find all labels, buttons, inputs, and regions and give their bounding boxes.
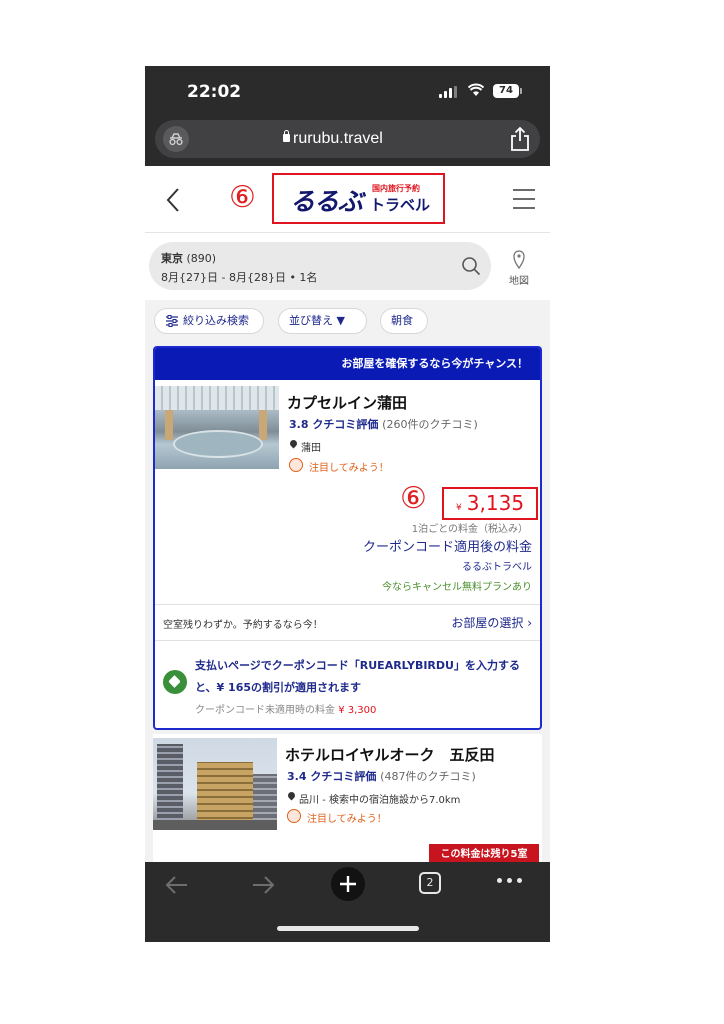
map-pin-icon [513, 250, 525, 270]
promo-banner: お部屋を確保するなら今がチャンス！ [155, 348, 540, 380]
notice-text: 注目してみよう！ [307, 814, 387, 825]
without-coupon-label: クーポンコード未適用時の料金 [195, 705, 335, 716]
results-list: お部屋を確保するなら今がチャンス！ カプセルイン蒲田 3.8 クチコミ評価 (2… [145, 342, 550, 874]
address-bar[interactable]: rurubu.travel [155, 120, 540, 158]
notice-text: 注目してみよう！ [309, 463, 389, 474]
free-cancel-note: 今ならキャンセル無料プランあり [382, 582, 532, 593]
home-indicator[interactable] [277, 926, 419, 931]
rating-score: 3.4 クチコミ評価 [287, 770, 377, 783]
search-icon[interactable] [461, 256, 481, 276]
battery-icon: 74 [493, 84, 522, 98]
url-text[interactable]: rurubu.travel [293, 130, 383, 148]
logo-main-text: るるぶ [290, 187, 363, 216]
hotel-location: 品川 - 検索中の宿泊施設から7.0km [287, 791, 460, 806]
wifi-icon [468, 83, 484, 96]
price-note: 1泊ごとの料金（税込み） [411, 524, 528, 535]
plus-icon [340, 876, 356, 892]
arrow-left-icon[interactable] [163, 870, 191, 900]
notice-icon [289, 458, 303, 472]
price-value: 3,135 [466, 491, 525, 515]
breakfast-filter-button[interactable]: 朝食 [380, 308, 428, 334]
privacy-report-button[interactable] [163, 126, 189, 152]
coupon-message: 支払いページでクーポンコード「RUEARLYBIRDU」を入力すると、¥ 165… [195, 659, 520, 694]
signal-icon [439, 86, 459, 98]
rating-score: 3.8 クチコミ評価 [289, 418, 379, 431]
privacy-icon [169, 133, 183, 146]
back-chevron-icon[interactable] [163, 186, 183, 214]
select-room-link[interactable]: お部屋の選択 › [451, 614, 532, 631]
destination-count: (890) [186, 252, 217, 265]
divider [155, 604, 540, 605]
notice-icon [287, 809, 301, 823]
price-without-coupon: クーポンコード未適用時の料金 ¥ 3,300 [195, 701, 376, 716]
browser-toolbar: 2 [145, 862, 550, 942]
site-logo[interactable]: るるぶ 国内旅行予約 トラベル [272, 173, 445, 224]
status-bar: 22:02 74 [145, 66, 550, 118]
browser-address-row: rurubu.travel [145, 118, 550, 166]
annotation-marker: ⑥ [229, 180, 256, 215]
hotel-rating: 3.8 クチコミ評価 (260件のクチコミ) [289, 416, 478, 432]
search-summary: 東京 (890) 8月{27}日 - 8月{28}日 • 1名 地図 [145, 234, 550, 300]
notice-label: 注目してみよう！ [287, 809, 387, 825]
price-display: ¥ 3,135 [442, 487, 538, 520]
breakfast-label: 朝食 [391, 314, 413, 327]
hotel-name[interactable]: ホテルロイヤルオーク 五反田 [285, 744, 495, 765]
search-bar[interactable]: 東京 (890) 8月{27}日 - 8月{28}日 • 1名 [149, 242, 491, 290]
refine-search-label: 絞り込み検索 [183, 314, 249, 327]
logo-sub-small: 国内旅行予約 [372, 184, 420, 193]
coupon-tag-icon [163, 670, 187, 694]
share-icon[interactable] [509, 126, 531, 152]
notice-label: 注目してみよう！ [289, 458, 389, 474]
status-time: 22:02 [187, 82, 242, 102]
arrow-right-icon[interactable] [249, 870, 277, 900]
sort-label: 並び替え ▼ [289, 314, 345, 327]
refine-search-button[interactable]: 絞り込み検索 [154, 308, 264, 334]
site-header: ⑥ るるぶ 国内旅行予約 トラベル [145, 166, 550, 233]
hotel-location: 蒲田 [289, 439, 321, 454]
provider-name: るるぶトラベル [462, 562, 532, 573]
hotel-photo[interactable] [155, 386, 279, 469]
hotel-rating: 3.4 クチコミ評価 (487件のクチコミ) [287, 768, 476, 784]
tabs-button[interactable]: 2 [419, 872, 441, 894]
search-dates-guests: 8月{27}日 - 8月{28}日 • 1名 [161, 271, 318, 284]
hamburger-menu-icon[interactable] [513, 189, 535, 209]
phone-screen: 22:02 74 rurubu.travel ⑥ るるぶ 国内旅行予約 トラベル… [145, 66, 550, 942]
lock-icon [283, 130, 290, 142]
hotel-name[interactable]: カプセルイン蒲田 [287, 392, 407, 413]
rooms-left-text: 空室残りわずか。予約するなら今！ [163, 620, 323, 631]
divider [155, 640, 540, 641]
search-destination: 東京 (890) [161, 250, 216, 266]
currency-symbol: ¥ [455, 503, 462, 513]
more-icon[interactable] [497, 878, 523, 886]
map-label: 地図 [509, 276, 529, 287]
without-coupon-price: ¥ 3,300 [338, 705, 377, 716]
new-tab-button[interactable] [331, 867, 365, 901]
coupon-price-link[interactable]: クーポンコード適用後の料金 [363, 536, 532, 555]
review-count: (260件のクチコミ) [382, 418, 478, 431]
review-count: (487件のクチコミ) [380, 770, 476, 783]
logo-sub-text: トラベル [370, 196, 431, 214]
sliders-icon [166, 315, 178, 327]
sort-button[interactable]: 並び替え ▼ [278, 308, 367, 334]
map-button[interactable]: 地図 [502, 248, 536, 288]
hotel-photo[interactable] [153, 738, 277, 830]
destination-name: 東京 [161, 252, 183, 265]
filter-bar: 絞り込み検索 並び替え ▼ 朝食 [145, 300, 550, 342]
hotel-card[interactable]: お部屋を確保するなら今がチャンス！ カプセルイン蒲田 3.8 クチコミ評価 (2… [153, 346, 542, 730]
hotel-card[interactable]: ホテルロイヤルオーク 五反田 3.4 クチコミ評価 (487件のクチコミ) 品川… [153, 734, 542, 874]
annotation-marker: ⑥ [400, 481, 427, 516]
